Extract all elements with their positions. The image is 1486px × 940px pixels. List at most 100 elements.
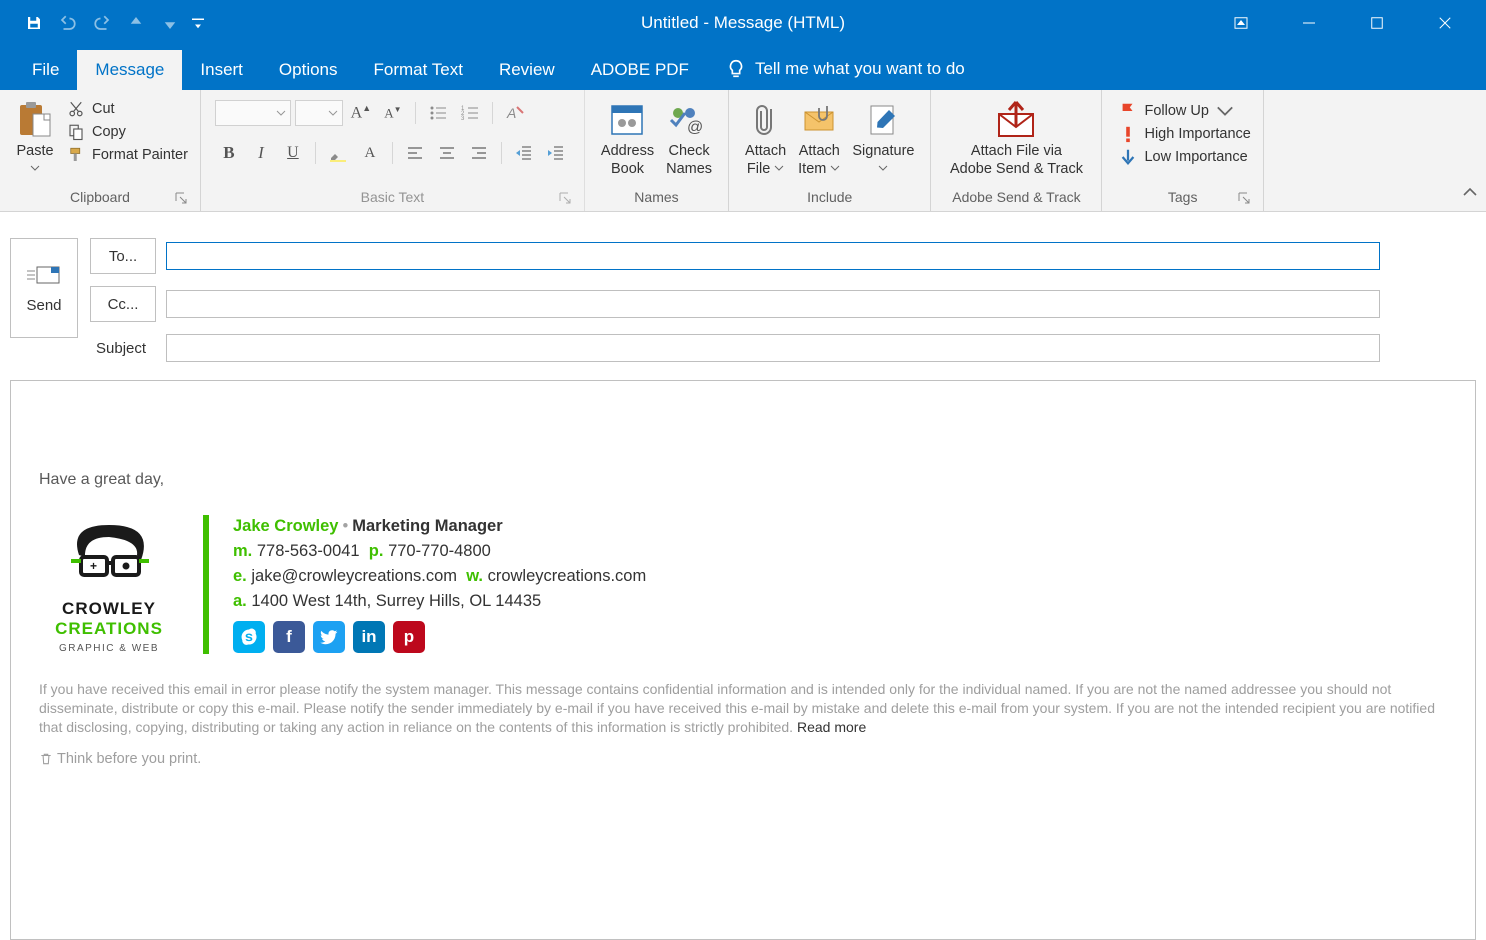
- compose-header: Send To... Cc... Subject: [0, 212, 1486, 362]
- signature-icon: [865, 98, 901, 142]
- attach-item-icon: [799, 98, 839, 142]
- signature-info: Jake Crowley•Marketing Manager m. 778-56…: [233, 515, 646, 654]
- think-before-print: Think before you print.: [39, 751, 1447, 767]
- chevron-down-icon: [830, 163, 840, 173]
- cc-input[interactable]: [166, 290, 1380, 318]
- group-names-title: Names: [595, 187, 718, 209]
- trash-icon: [39, 752, 53, 766]
- redo-icon[interactable]: [86, 7, 118, 39]
- read-more-link[interactable]: Read more: [797, 719, 866, 735]
- exclamation-icon: [1118, 125, 1138, 143]
- italic-button[interactable]: I: [247, 140, 275, 166]
- ribbon: Paste Cut Copy Format Painter Clipboard …: [0, 90, 1486, 212]
- align-center-button[interactable]: [433, 140, 461, 166]
- highlight-button[interactable]: [324, 140, 352, 166]
- group-basic-text-title: Basic Text: [361, 189, 425, 205]
- undo-icon[interactable]: [52, 7, 84, 39]
- prev-item-icon[interactable]: [120, 7, 152, 39]
- font-color-button[interactable]: A: [356, 140, 384, 166]
- clear-formatting-button[interactable]: A: [501, 100, 529, 126]
- basic-text-dialog-launcher[interactable]: [558, 191, 572, 205]
- tab-insert[interactable]: Insert: [182, 50, 261, 90]
- align-right-button[interactable]: [465, 140, 493, 166]
- skype-icon[interactable]: [233, 621, 265, 653]
- clipboard-dialog-launcher[interactable]: [174, 191, 188, 205]
- paste-button[interactable]: Paste: [10, 96, 60, 180]
- signature-button[interactable]: Signature: [846, 96, 920, 180]
- format-painter-button[interactable]: Format Painter: [66, 146, 188, 164]
- chevron-down-icon: [774, 163, 784, 173]
- facebook-icon[interactable]: f: [273, 621, 305, 653]
- tab-message[interactable]: Message: [77, 50, 182, 90]
- decrease-indent-button[interactable]: [510, 140, 538, 166]
- pinterest-icon[interactable]: p: [393, 621, 425, 653]
- collapse-ribbon-icon[interactable]: [1462, 184, 1478, 203]
- close-icon[interactable]: [1422, 8, 1468, 38]
- bullets-button[interactable]: [424, 100, 452, 126]
- tab-review[interactable]: Review: [481, 50, 573, 90]
- save-icon[interactable]: [18, 7, 50, 39]
- low-importance-button[interactable]: Low Importance: [1118, 148, 1250, 166]
- align-left-button[interactable]: [401, 140, 429, 166]
- paste-icon: [17, 98, 53, 142]
- maximize-icon[interactable]: [1354, 8, 1400, 38]
- font-size-combo[interactable]: [295, 100, 343, 126]
- send-button[interactable]: Send: [10, 238, 78, 338]
- sig-name: Jake Crowley: [233, 517, 338, 535]
- svg-text:+: +: [90, 559, 97, 573]
- group-names: Address Book @ Check Names Names: [585, 90, 729, 211]
- underline-button[interactable]: U: [279, 140, 307, 166]
- shrink-font-button[interactable]: A▼: [379, 100, 407, 126]
- logo-text-2: CREATIONS: [55, 619, 163, 639]
- twitter-icon[interactable]: [313, 621, 345, 653]
- disclaimer-text: If you have received this email in error…: [39, 680, 1447, 737]
- window-title: Untitled - Message (HTML): [641, 13, 845, 33]
- to-button[interactable]: To...: [90, 238, 156, 274]
- tags-dialog-launcher[interactable]: [1237, 191, 1251, 205]
- arrow-down-icon: [1118, 148, 1138, 166]
- chevron-down-icon: [878, 163, 888, 173]
- increase-indent-button[interactable]: [542, 140, 570, 166]
- qat-customize-icon[interactable]: [188, 7, 208, 39]
- grow-font-button[interactable]: A▲: [347, 100, 375, 126]
- linkedin-icon[interactable]: in: [353, 621, 385, 653]
- font-name-combo[interactable]: [215, 100, 291, 126]
- tab-file[interactable]: File: [14, 50, 77, 90]
- tab-options[interactable]: Options: [261, 50, 356, 90]
- signature-greeting: Have a great day,: [39, 471, 1447, 489]
- high-importance-button[interactable]: High Importance: [1118, 125, 1250, 143]
- attach-file-button[interactable]: Attach File: [739, 96, 792, 180]
- message-body[interactable]: Have a great day, + CROWLEY CREATIONS GR…: [10, 380, 1476, 940]
- address-book-icon: [608, 98, 648, 142]
- sig-phone: 770-770-4800: [388, 542, 491, 560]
- ribbon-display-icon[interactable]: [1218, 8, 1264, 38]
- send-icon: [25, 263, 63, 289]
- tab-adobe-pdf[interactable]: ADOBE PDF: [573, 50, 707, 90]
- group-basic-text: A▲ A▼ 123 A B I U A: [201, 90, 585, 211]
- follow-up-button[interactable]: Follow Up: [1118, 102, 1250, 120]
- tell-me-search[interactable]: Tell me what you want to do: [707, 48, 983, 90]
- copy-icon: [66, 123, 86, 141]
- group-adobe: Attach File via Adobe Send & Track Adobe…: [931, 90, 1102, 211]
- group-tags: Follow Up High Importance Low Importance…: [1102, 90, 1263, 211]
- cut-button[interactable]: Cut: [66, 100, 188, 118]
- attach-item-button[interactable]: Attach Item: [792, 96, 846, 180]
- tab-format-text[interactable]: Format Text: [356, 50, 481, 90]
- subject-input[interactable]: [166, 334, 1380, 362]
- numbering-button[interactable]: 123: [456, 100, 484, 126]
- cc-button[interactable]: Cc...: [90, 286, 156, 322]
- window-controls: [1218, 8, 1486, 38]
- bold-button[interactable]: B: [215, 140, 243, 166]
- tell-me-label: Tell me what you want to do: [755, 59, 965, 79]
- svg-text:3: 3: [461, 116, 465, 122]
- to-input[interactable]: [166, 242, 1380, 270]
- copy-button[interactable]: Copy: [66, 123, 188, 141]
- minimize-icon[interactable]: [1286, 8, 1332, 38]
- ribbon-tabs: File Message Insert Options Format Text …: [0, 46, 1486, 90]
- check-names-button[interactable]: @ Check Names: [660, 96, 718, 180]
- email-signature: + CROWLEY CREATIONS GRAPHIC & WEB Jake C…: [39, 515, 1447, 654]
- next-item-icon[interactable]: [154, 7, 186, 39]
- adobe-send-track-button[interactable]: Attach File via Adobe Send & Track: [941, 96, 1091, 180]
- cut-icon: [66, 100, 86, 118]
- address-book-button[interactable]: Address Book: [595, 96, 660, 180]
